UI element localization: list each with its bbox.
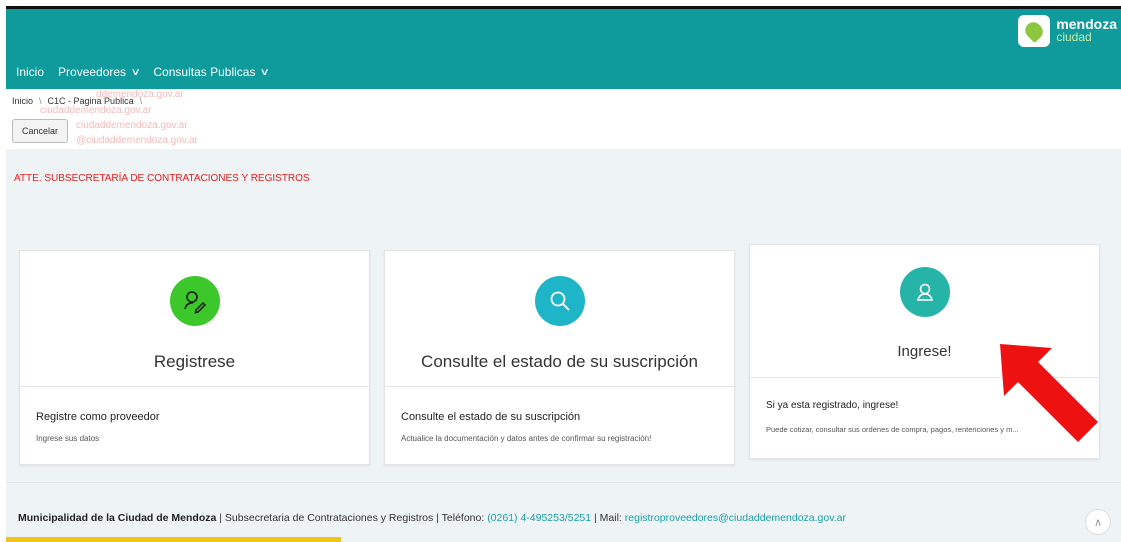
card-subtitle: Si ya esta registrado, ingrese! — [766, 400, 899, 411]
card-consulte-estado[interactable]: Consulte el estado de su suscripción Con… — [384, 250, 735, 465]
breadcrumb: Inicio \ C1C - Pagina Publica \ — [12, 96, 143, 106]
brand-logo[interactable]: mendoza ciudad — [1018, 15, 1117, 47]
footer-email-link[interactable]: registroproveedores@ciudaddemendoza.gov.… — [625, 512, 846, 524]
card-subtitle: Consulte el estado de su suscripción — [401, 411, 581, 423]
logo-text-ciudad: ciudad — [1056, 30, 1092, 44]
chevron-down-icon: ∨ — [259, 66, 271, 78]
status-bar — [6, 537, 341, 542]
menu-item-consultas-publicas[interactable]: Consultas Publicas ∨ — [153, 65, 271, 79]
menu-item-inicio[interactable]: Inicio — [16, 65, 44, 79]
main-content: ATTE. SUBSECRETARÍA DE CONTRATACIONES Y … — [6, 149, 1121, 482]
faded-overlay-text: ciudaddemendoza.gov.ar — [40, 105, 152, 116]
card-registrese[interactable]: Registrese Registre como proveedor Ingre… — [19, 250, 370, 465]
user-icon — [899, 267, 950, 317]
card-description: Puede cotizar, consultar sus ordenes de … — [766, 425, 1019, 434]
department-notice: ATTE. SUBSECRETARÍA DE CONTRATACIONES Y … — [14, 173, 310, 184]
cancel-button[interactable]: Cancelar — [12, 119, 68, 143]
red-arrow-annotation — [1000, 344, 1098, 442]
heart-logo-icon — [1018, 15, 1051, 47]
card-description: Ingrese sus datos — [36, 434, 100, 443]
header-navbar: mendoza ciudad Inicio Proveedores ∨ Cons… — [6, 9, 1121, 89]
chevron-up-icon: ∧ — [1093, 516, 1103, 529]
user-edit-icon — [169, 276, 220, 326]
main-menu: Inicio Proveedores ∨ Consultas Publicas … — [16, 65, 271, 79]
chevron-down-icon: ∨ — [130, 66, 141, 78]
footer-phone[interactable]: (0261) 4-495253/5251 — [487, 512, 591, 524]
subheader: ddemendoza.gov.ar ciudaddemendoza.gov.ar… — [6, 89, 1121, 149]
card-title: Registrese — [153, 352, 236, 371]
breadcrumb-current: C1C - Pagina Publica — [47, 96, 134, 106]
scroll-to-top-button[interactable]: ∧ — [1085, 509, 1111, 535]
card-subtitle: Registre como proveedor — [36, 411, 160, 423]
faded-overlay-text: @ciudaddemendoza.gov.ar — [76, 135, 198, 146]
breadcrumb-inicio[interactable]: Inicio — [12, 96, 33, 106]
footer-org: Municipalidad de la Ciudad de Mendoza — [18, 512, 217, 524]
menu-item-proveedores[interactable]: Proveedores ∨ — [58, 65, 141, 79]
footer-contact: Municipalidad de la Ciudad de Mendoza | … — [18, 512, 846, 524]
card-title: Consulte el estado de su suscripción — [421, 352, 698, 371]
search-icon — [534, 276, 585, 326]
footer: Municipalidad de la Ciudad de Mendoza | … — [6, 482, 1121, 542]
faded-overlay-text: ciudaddemendoza.gov.ar — [76, 120, 188, 131]
card-description: Actualice la documentación y datos antes… — [401, 434, 652, 443]
